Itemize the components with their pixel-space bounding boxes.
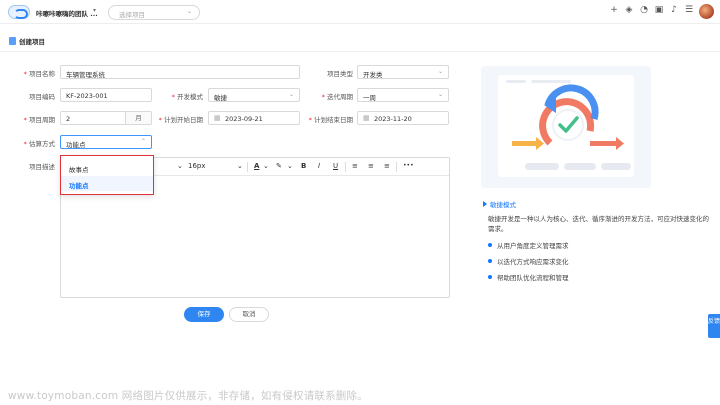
- agile-mode-title: 敏捷模式: [483, 199, 516, 209]
- align-center-icon[interactable]: ≡: [368, 162, 374, 170]
- watermark: www.toymoban.com 网络图片仅供展示，非存储，如有侵权请联系删除。: [8, 390, 368, 402]
- project-code-input[interactable]: KF-2023-001: [60, 88, 152, 102]
- description-label: 项目描述: [29, 163, 55, 171]
- app-logo-icon[interactable]: [8, 5, 30, 19]
- illustration-bar: [525, 163, 559, 170]
- bullet-dot-icon: [488, 275, 492, 279]
- page-title-text: 创建项目: [19, 38, 45, 46]
- project-cycle-label: * 项目周期: [23, 116, 55, 124]
- chevron-down-icon[interactable]: ⌄: [287, 162, 293, 170]
- illustration-bar: [564, 163, 596, 170]
- estimation-label: * 估算方式: [23, 140, 55, 148]
- team-caret-icon[interactable]: ▾: [93, 7, 96, 14]
- calendar-icon: ▦: [363, 114, 370, 122]
- agile-mode-title-text: 敏捷模式: [490, 201, 516, 209]
- avatar[interactable]: [699, 4, 714, 19]
- toolbar-divider: [345, 162, 346, 172]
- dev-mode-select[interactable]: 敏捷 ⌄: [208, 88, 300, 102]
- highlight-pen-icon[interactable]: ✎: [276, 162, 282, 170]
- plus-icon[interactable]: +: [609, 5, 619, 15]
- feedback-button[interactable]: 反馈: [708, 314, 720, 338]
- agile-illustration: [481, 66, 651, 188]
- bold-button[interactable]: B: [301, 162, 306, 170]
- bullet-dot-icon: [488, 243, 492, 247]
- page-title: 创建项目: [9, 36, 45, 46]
- toolbar-icons: + ◈ ◔ ▣ ♪ ☰: [609, 5, 694, 15]
- illustration-card: [498, 75, 634, 177]
- cancel-button[interactable]: 取消: [229, 307, 269, 322]
- project-cycle-input[interactable]: 2月: [60, 111, 152, 125]
- bell-icon[interactable]: ♪: [669, 5, 679, 15]
- more-icon[interactable]: •••: [403, 162, 414, 169]
- calendar-icon: ▦: [214, 114, 221, 122]
- list-item: 帮助团队优化流程和管理: [488, 272, 569, 282]
- dev-mode-label: * 开发模式: [171, 93, 203, 101]
- iteration-cycle-select[interactable]: 一周 ⌄: [357, 88, 449, 102]
- pie-chart-icon[interactable]: ◔: [639, 5, 649, 15]
- estimation-dropdown: 故事点 功能点: [60, 155, 154, 195]
- project-type-label: 项目类型: [327, 70, 353, 78]
- sliders-icon[interactable]: ☰: [684, 5, 694, 15]
- plan-start-date-picker[interactable]: ▦ 2023-09-21: [208, 111, 300, 125]
- estimation-select[interactable]: 功能点 ⌃: [60, 135, 152, 149]
- project-name-label: * 项目名称: [23, 70, 55, 78]
- toolbar-divider: [396, 162, 397, 172]
- team-name[interactable]: 咔嚓咔嚓嗨的团队 ...: [36, 8, 98, 18]
- bullet-dot-icon: [488, 259, 492, 263]
- document-icon: [9, 37, 16, 45]
- briefcase-icon[interactable]: ▣: [654, 5, 664, 15]
- toolbar-divider: [247, 162, 248, 172]
- triangle-icon: [483, 201, 487, 207]
- layers-icon[interactable]: ◈: [624, 5, 634, 15]
- month-unit: 月: [125, 112, 151, 124]
- underline-button[interactable]: U: [333, 162, 338, 170]
- chevron-down-icon: ⌄: [288, 91, 294, 98]
- font-color-button[interactable]: A: [254, 162, 259, 170]
- save-button[interactable]: 保存: [184, 307, 224, 322]
- chevron-down-icon: ⌄: [186, 8, 192, 15]
- plan-end-label: * 计划结束日期: [308, 116, 353, 124]
- estimation-option-story-points[interactable]: 故事点: [61, 160, 153, 175]
- plan-end-date-picker[interactable]: ▦ 2023-11-20: [357, 111, 449, 125]
- project-type-select[interactable]: 开发类 ⌄: [357, 65, 449, 79]
- align-right-icon[interactable]: ≡: [384, 162, 390, 170]
- project-name-input[interactable]: 车辆管理系统: [60, 65, 300, 79]
- project-select-placeholder: 选择项目: [119, 11, 145, 19]
- project-select[interactable]: 选择项目 ⌄: [108, 5, 200, 20]
- plan-start-label: * 计划开始日期: [158, 116, 203, 124]
- chevron-up-icon: ⌃: [140, 138, 146, 145]
- align-left-icon[interactable]: ≡: [352, 162, 358, 170]
- font-size-select[interactable]: 16px: [188, 162, 206, 170]
- chevron-down-icon[interactable]: ⌄: [177, 162, 183, 170]
- chevron-down-icon[interactable]: ⌄: [237, 162, 243, 170]
- chevron-down-icon: ⌄: [437, 68, 443, 75]
- chevron-down-icon: ⌄: [437, 91, 443, 98]
- italic-button[interactable]: I: [318, 162, 320, 170]
- list-item: 从用户角度定义管理需求: [488, 240, 569, 250]
- illustration-bar: [601, 163, 631, 170]
- divider: [0, 51, 720, 52]
- top-bar: 咔嚓咔嚓嗨的团队 ... ▾ 选择项目 ⌄ + ◈ ◔ ▣ ♪ ☰: [0, 0, 720, 24]
- agile-mode-description: 敏捷开发是一种以人为核心、迭代、循序渐进的开发方法，可应对快速变化的需求。: [488, 215, 709, 233]
- estimation-option-function-points[interactable]: 功能点: [61, 176, 153, 191]
- project-code-label: 项目编码: [29, 93, 55, 101]
- chevron-down-icon[interactable]: ⌄: [263, 162, 269, 170]
- list-item: 以迭代方式响应需求变化: [488, 256, 569, 266]
- agile-cycle-icon: [512, 84, 624, 150]
- iteration-cycle-label: * 迭代周期: [321, 93, 353, 101]
